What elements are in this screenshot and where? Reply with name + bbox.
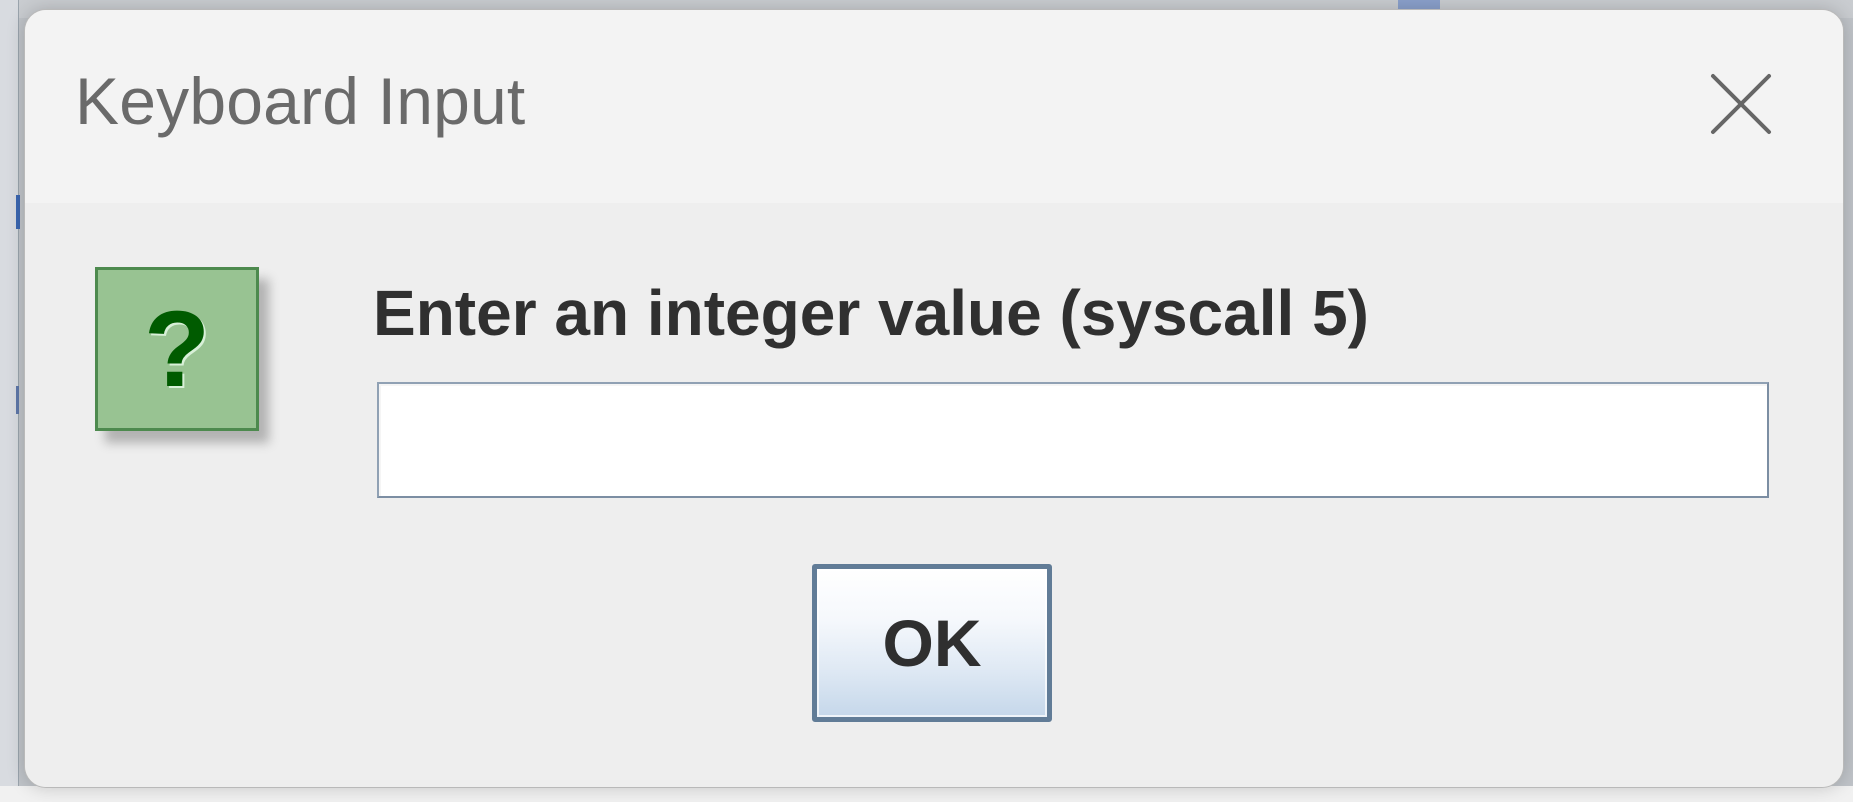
- dialog-titlebar[interactable]: Keyboard Input: [25, 10, 1843, 203]
- prompt-label: Enter an integer value (syscall 5): [373, 277, 1369, 349]
- question-icon: ?: [95, 267, 259, 431]
- background-marker: [16, 195, 20, 229]
- integer-input-field[interactable]: [377, 382, 1769, 498]
- dialog-content: ? Enter an integer value (syscall 5) OK: [25, 203, 1843, 787]
- question-mark-glyph: ?: [144, 288, 210, 409]
- ok-button[interactable]: OK: [812, 564, 1052, 722]
- close-icon: [1711, 74, 1771, 134]
- background-marker: [16, 386, 19, 414]
- keyboard-input-dialog: Keyboard Input ? Enter an integer value …: [24, 9, 1844, 788]
- dialog-title: Keyboard Input: [75, 64, 526, 138]
- close-button[interactable]: [1705, 68, 1777, 140]
- background-bottom-edge: [0, 786, 1853, 802]
